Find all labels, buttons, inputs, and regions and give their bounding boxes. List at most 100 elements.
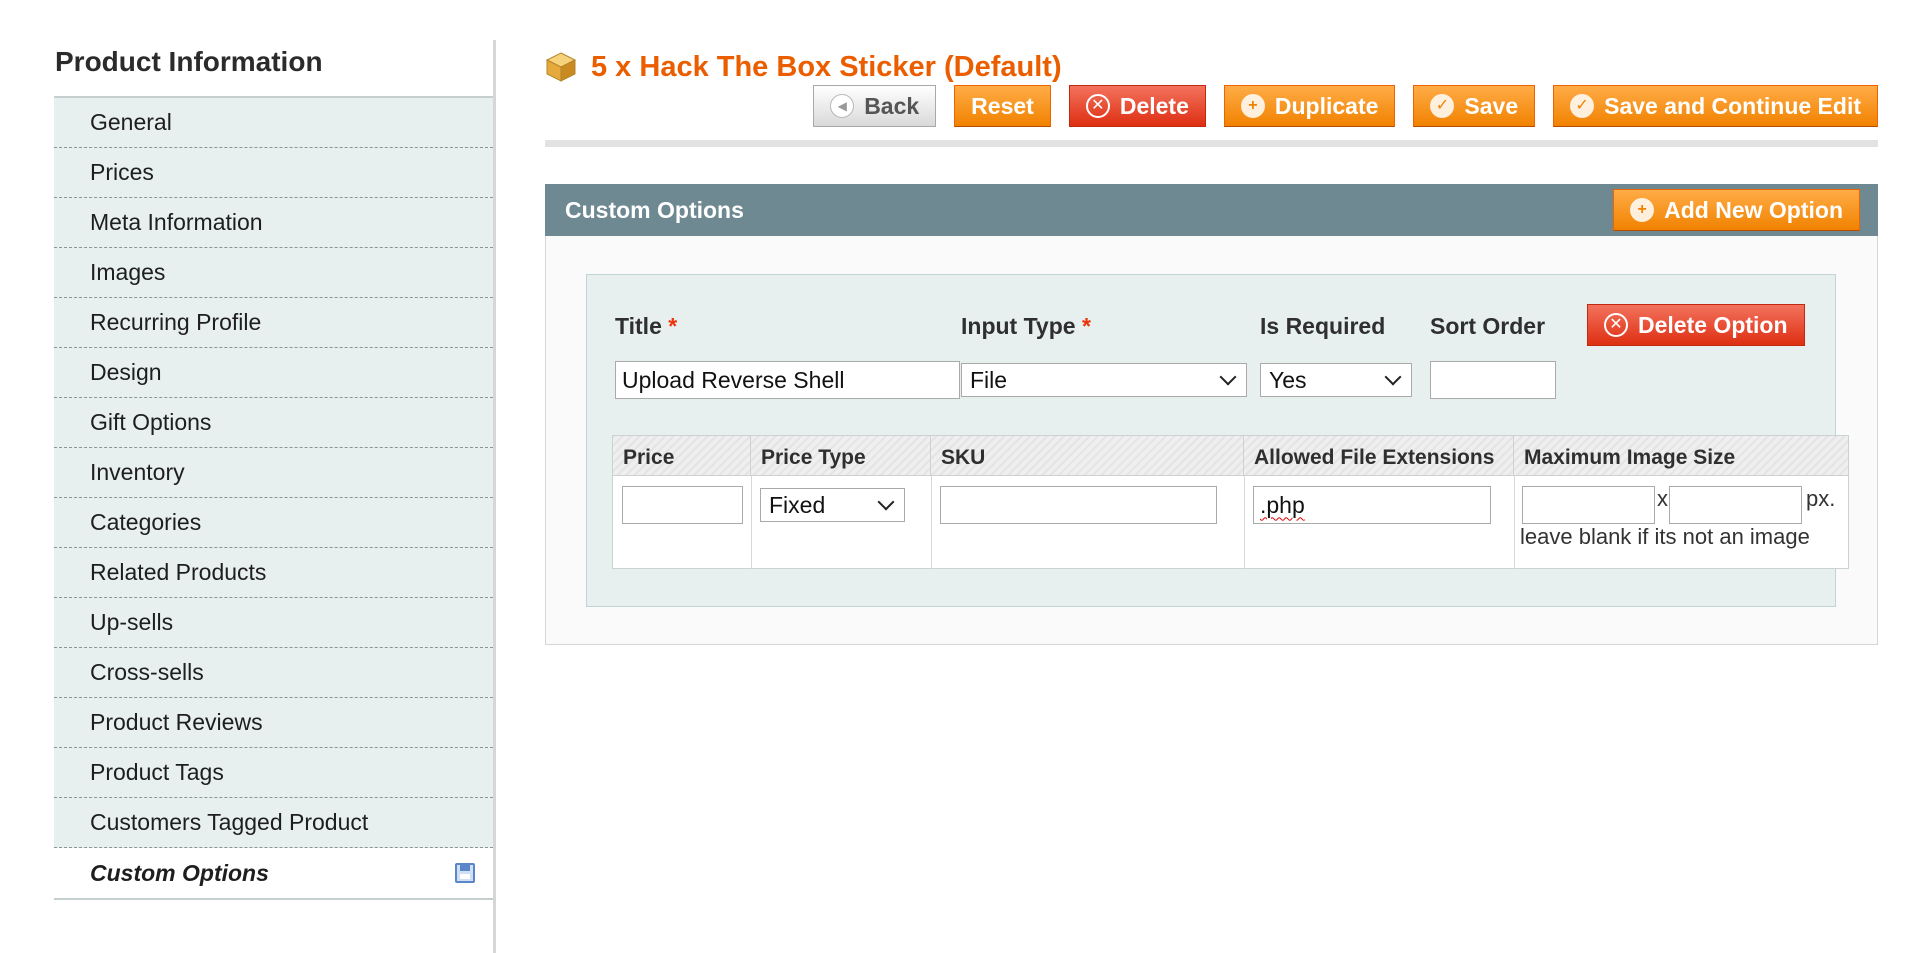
chevron-down-icon bbox=[1384, 368, 1402, 386]
allowed-extensions-input[interactable]: .php bbox=[1253, 486, 1491, 524]
save-and-continue-button[interactable]: ✓ Save and Continue Edit bbox=[1553, 85, 1878, 127]
input-type-label: Input Type * bbox=[961, 313, 1091, 339]
sidebar-item-general[interactable]: General bbox=[54, 98, 493, 148]
title-input[interactable]: Upload Reverse Shell bbox=[615, 361, 960, 399]
delete-x-icon: ✕ bbox=[1604, 313, 1628, 337]
save-continue-button-label: Save and Continue Edit bbox=[1604, 92, 1861, 119]
sidebar-item-recurring-profile[interactable]: Recurring Profile bbox=[54, 298, 493, 348]
extensions-value: .php bbox=[1260, 491, 1305, 518]
sidebar-item-label: Up-sells bbox=[90, 609, 174, 635]
add-new-option-button[interactable]: + Add New Option bbox=[1613, 189, 1860, 231]
plus-icon: + bbox=[1240, 94, 1265, 118]
input-type-value: File bbox=[970, 366, 1008, 393]
sidebar-item-images[interactable]: Images bbox=[54, 248, 493, 298]
column-divider bbox=[1244, 476, 1245, 569]
check-icon: ✓ bbox=[1570, 94, 1595, 118]
sort-order-label: Sort Order bbox=[1430, 313, 1546, 339]
price-input[interactable] bbox=[622, 486, 743, 524]
sidebar-item-label: Images bbox=[90, 259, 166, 285]
sidebar-item-related-products[interactable]: Related Products bbox=[54, 548, 493, 598]
sidebar-item-label: Related Products bbox=[90, 559, 267, 585]
add-option-button-label: Add New Option bbox=[1664, 196, 1843, 223]
sidebar-item-label: Design bbox=[90, 359, 162, 385]
is-required-select[interactable]: Yes bbox=[1260, 363, 1412, 397]
price-type-select[interactable]: Fixed bbox=[760, 488, 905, 522]
save-button[interactable]: ✓ Save bbox=[1413, 85, 1536, 127]
back-arrow-icon: ◀ bbox=[830, 94, 855, 118]
sidebar-item-custom-options[interactable]: Custom Options bbox=[54, 848, 493, 900]
col-sku: SKU bbox=[931, 436, 1244, 475]
save-icon bbox=[455, 863, 475, 883]
plus-icon: + bbox=[1630, 198, 1655, 222]
sidebar-item-cross-sells[interactable]: Cross-sells bbox=[54, 648, 493, 698]
option-values-table: Price Price Type SKU Allowed File Extens… bbox=[612, 435, 1849, 569]
sidebar-item-gift-options[interactable]: Gift Options bbox=[54, 398, 493, 448]
custom-options-header: Custom Options + Add New Option bbox=[545, 184, 1878, 236]
image-size-hint: leave blank if its not an image bbox=[1520, 524, 1810, 549]
sidebar-item-product-reviews[interactable]: Product Reviews bbox=[54, 698, 493, 748]
sidebar-title: Product Information bbox=[54, 40, 493, 98]
back-button[interactable]: ◀ Back bbox=[813, 85, 937, 127]
sidebar-item-design[interactable]: Design bbox=[54, 348, 493, 398]
check-icon: ✓ bbox=[1430, 94, 1455, 118]
reset-button[interactable]: Reset bbox=[954, 85, 1051, 127]
option-box: Title * Input Type * Is Required Sort Or… bbox=[586, 274, 1849, 607]
reset-button-label: Reset bbox=[971, 92, 1034, 119]
max-height-input[interactable] bbox=[1669, 486, 1802, 524]
product-box-icon bbox=[545, 51, 577, 83]
sidebar-item-up-sells[interactable]: Up-sells bbox=[54, 598, 493, 648]
sidebar-item-label: Product Reviews bbox=[90, 709, 263, 735]
title-label: Title * bbox=[615, 313, 678, 339]
sidebar-item-label: Recurring Profile bbox=[90, 309, 262, 335]
sidebar-item-inventory[interactable]: Inventory bbox=[54, 448, 493, 498]
is-required-value: Yes bbox=[1269, 366, 1307, 393]
sidebar-item-label: Cross-sells bbox=[90, 659, 204, 685]
is-required-label: Is Required bbox=[1260, 313, 1386, 339]
sidebar-item-label: Product Tags bbox=[90, 759, 224, 785]
product-info-sidebar: Product Information General Prices Meta … bbox=[54, 40, 496, 953]
sort-order-input[interactable] bbox=[1430, 361, 1556, 399]
sidebar-item-categories[interactable]: Categories bbox=[54, 498, 493, 548]
sidebar-item-label: Gift Options bbox=[90, 409, 212, 435]
table-row: Fixed .php x px. leave blank if its not … bbox=[613, 476, 1848, 569]
sidebar-item-label: General bbox=[90, 109, 172, 135]
header-divider bbox=[545, 140, 1878, 147]
table-header: Price Price Type SKU Allowed File Extens… bbox=[613, 436, 1848, 476]
column-divider bbox=[931, 476, 932, 569]
delete-x-icon: ✕ bbox=[1085, 94, 1110, 118]
back-button-label: Back bbox=[864, 92, 920, 119]
required-mark: * bbox=[1081, 313, 1091, 339]
input-type-select[interactable]: File bbox=[961, 363, 1247, 397]
sidebar-item-label: Meta Information bbox=[90, 209, 263, 235]
delete-option-button[interactable]: ✕ Delete Option bbox=[1587, 304, 1805, 346]
col-price: Price bbox=[613, 436, 751, 475]
delete-option-label: Delete Option bbox=[1638, 311, 1788, 338]
delete-button-label: Delete bbox=[1119, 92, 1189, 119]
custom-options-body: Title * Input Type * Is Required Sort Or… bbox=[545, 236, 1878, 645]
delete-button[interactable]: ✕ Delete bbox=[1068, 85, 1206, 127]
sidebar-item-meta-information[interactable]: Meta Information bbox=[54, 198, 493, 248]
col-price-type: Price Type bbox=[751, 436, 931, 475]
px-unit: px. bbox=[1806, 486, 1836, 511]
sidebar-item-label: Inventory bbox=[90, 459, 185, 485]
sidebar-item-label: Prices bbox=[90, 159, 154, 185]
col-max-image-size: Maximum Image Size bbox=[1524, 446, 1736, 469]
page-title: 5 x Hack The Box Sticker (Default) bbox=[591, 50, 1062, 83]
sidebar-item-product-tags[interactable]: Product Tags bbox=[54, 748, 493, 798]
section-title: Custom Options bbox=[565, 196, 744, 223]
chevron-down-icon bbox=[877, 493, 895, 511]
column-divider bbox=[751, 476, 752, 569]
save-button-label: Save bbox=[1464, 92, 1519, 119]
dimension-separator: x bbox=[1657, 486, 1668, 511]
duplicate-button[interactable]: + Duplicate bbox=[1223, 85, 1396, 127]
price-type-value: Fixed bbox=[769, 491, 826, 518]
sidebar-item-label: Customers Tagged Product bbox=[90, 809, 369, 835]
sidebar-item-customers-tagged-product[interactable]: Customers Tagged Product bbox=[54, 798, 493, 848]
sidebar-item-label: Categories bbox=[90, 509, 202, 535]
column-divider bbox=[1514, 476, 1515, 569]
required-mark: * bbox=[668, 313, 678, 339]
sidebar-item-prices[interactable]: Prices bbox=[54, 148, 493, 198]
max-width-input[interactable] bbox=[1522, 486, 1655, 524]
sku-input[interactable] bbox=[940, 486, 1217, 524]
main-content: 5 x Hack The Box Sticker (Default) ◀ Bac… bbox=[545, 40, 1878, 645]
